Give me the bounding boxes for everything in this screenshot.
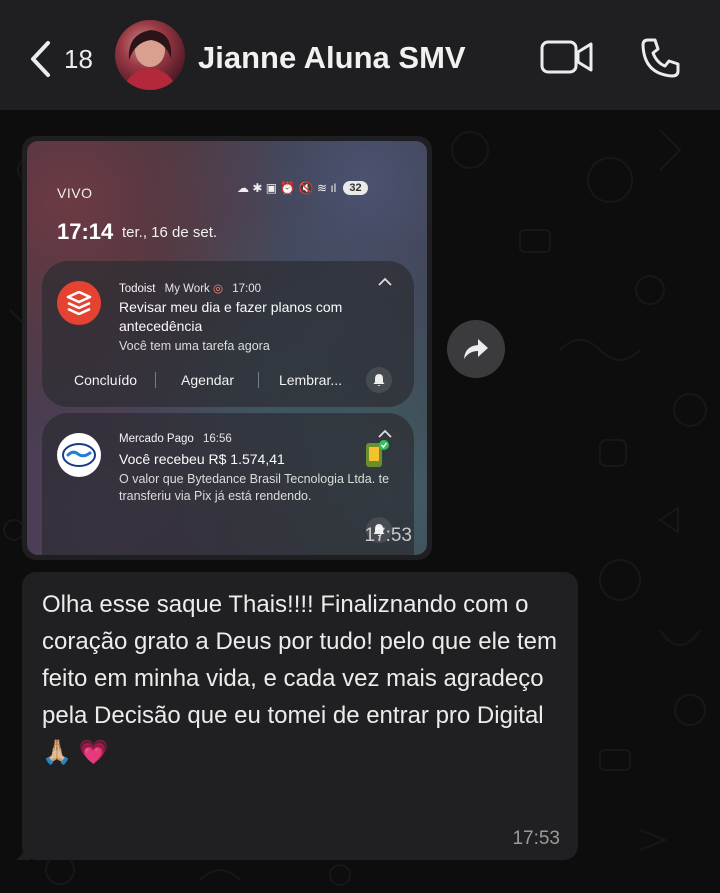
notification-context: My Work [164, 283, 210, 295]
notification-screenshot[interactable]: VIVO ☁ ✱ ▣ ⏰ 🔇 ≋ ıl 32 17:14 ter., 16 de… [27, 141, 427, 555]
status-icons: ☁ ✱ ▣ ⏰ 🔇 ≋ ıl 32 [237, 181, 368, 195]
notification-app-name: Mercado Pago [119, 433, 194, 445]
snooze-bell-button[interactable] [366, 367, 392, 393]
status-symbols-icon: ☁ ✱ ▣ ⏰ 🔇 ≋ ıl [237, 181, 337, 195]
notification-body: Você tem uma tarefa agora [119, 339, 270, 353]
action-remind[interactable]: Lembrar... [279, 372, 342, 388]
chat-area[interactable]: VIVO ☁ ✱ ▣ ⏰ 🔇 ≋ ıl 32 17:14 ter., 16 de… [0, 110, 720, 893]
image-message-bubble[interactable]: VIVO ☁ ✱ ▣ ⏰ 🔇 ≋ ıl 32 17:14 ter., 16 de… [22, 136, 432, 560]
message-time: 17:53 [512, 828, 560, 849]
chat-header: 18 Jianne Aluna SMV [0, 0, 720, 110]
todoist-icon [57, 281, 101, 325]
forward-button[interactable] [447, 320, 505, 378]
mercadopago-icon [57, 433, 101, 477]
notification-time: 16:56 [203, 433, 232, 445]
contact-avatar[interactable] [115, 20, 185, 90]
action-divider [257, 372, 259, 388]
notification-actions: Concluído Agendar Lembrar... [42, 367, 414, 393]
action-done[interactable]: Concluído [74, 372, 137, 388]
notification-app-name: Todoist [119, 283, 156, 295]
image-message-time: 17:53 [364, 525, 412, 546]
unread-count: 18 [64, 43, 93, 74]
notification-header: Mercado Pago 16:56 [119, 433, 232, 445]
lockscreen-date: ter., 16 de set. [122, 224, 218, 241]
bubble-tail [16, 838, 30, 860]
mercadopago-notification: Mercado Pago 16:56 Você recebeu R$ 1.574… [42, 413, 414, 555]
bell-icon [373, 374, 385, 386]
message-text: Olha esse saque Thais!!!! Finaliznando c… [42, 591, 557, 766]
voice-call-icon [641, 38, 680, 78]
battery-level: 32 [343, 181, 368, 195]
video-call-button[interactable] [540, 39, 594, 75]
notification-title: Revisar meu dia e fazer planos com antec… [119, 299, 343, 334]
back-arrow-icon [31, 41, 50, 77]
text-message-bubble[interactable]: Olha esse saque Thais!!!! Finaliznando c… [22, 572, 578, 860]
todoist-notification: Todoist My Work ◎ 17:00 Revisar meu dia … [42, 261, 414, 407]
forward-icon [464, 339, 488, 359]
target-icon: ◎ [213, 283, 224, 295]
chevron-up-icon [378, 429, 392, 438]
avatar-photo [123, 30, 177, 90]
notification-title: Você recebeu R$ 1.574,41 [119, 451, 285, 467]
action-schedule[interactable]: Agendar [181, 372, 234, 388]
notification-body: O valor que Bytedance Brasil Tecnologia … [119, 472, 390, 503]
contact-name[interactable]: Jianne Aluna SMV [198, 40, 466, 76]
action-divider [155, 372, 157, 388]
voice-call-button[interactable] [638, 36, 682, 80]
video-call-icon [540, 40, 593, 74]
back-button[interactable]: 18 [26, 36, 106, 82]
notification-header: Todoist My Work ◎ 17:00 [119, 281, 261, 295]
carrier-name: VIVO [57, 185, 93, 201]
lockscreen-clock: 17:14 [57, 219, 114, 244]
notification-time: 17:00 [232, 283, 262, 295]
chevron-up-icon [378, 277, 392, 286]
